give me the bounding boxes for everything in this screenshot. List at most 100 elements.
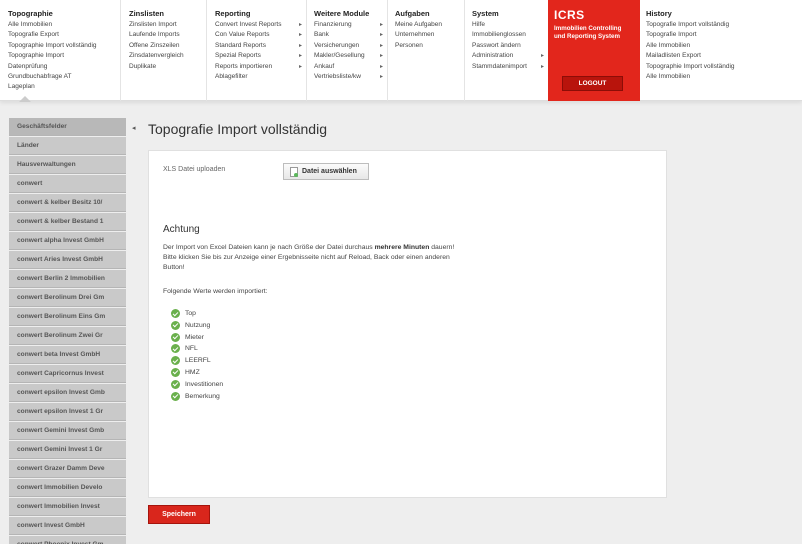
sidebar-item[interactable]: conwert alpha Invest GmbH	[9, 232, 126, 250]
sidebar-item[interactable]: conwert beta Invest GmbH	[9, 346, 126, 364]
nav-item[interactable]: Immobilienglossen	[472, 30, 548, 40]
nav-item[interactable]: Standard Reports ▸	[215, 41, 306, 51]
list-item: Top	[171, 308, 223, 320]
nav-item[interactable]: Spezial Reports ▸	[215, 51, 306, 61]
nav-item[interactable]: Bank ▸	[314, 30, 387, 40]
sidebar-item[interactable]: conwert & kelber Bestand 1	[9, 213, 126, 231]
arrow-right-icon: ▸	[379, 42, 383, 49]
history-item[interactable]: Topographie Import vollständig	[646, 62, 802, 72]
sidebar-item[interactable]: conwert Berlin 2 Immobilien	[9, 270, 126, 288]
nav-item-label: Reports importieren	[215, 62, 273, 70]
check-icon	[171, 391, 180, 401]
sidebar-item[interactable]: conwert Gemini Invest 1 Gr	[9, 441, 126, 459]
sidebar-item[interactable]: conwert	[9, 175, 126, 193]
nav-item[interactable]: Personen	[395, 41, 464, 51]
logout-button[interactable]: LOGOUT	[562, 76, 623, 91]
nav-item[interactable]: Reports importieren ▸	[215, 62, 306, 72]
nav-column-zinslisten: Zinslisten Zinslisten Import Laufende Im…	[121, 0, 207, 101]
nav-column-reporting: Reporting Convert Invest Reports ▸ Con Va…	[207, 0, 307, 101]
nav-item[interactable]: Passwort ändern	[472, 41, 548, 51]
nav-item[interactable]: Unternehmen	[395, 30, 464, 40]
sidebar-item[interactable]: conwert Grazer Damm Deve	[9, 460, 126, 478]
arrow-right-icon: ▸	[540, 63, 544, 70]
warning-text-bold: mehrere Minuten	[374, 244, 430, 251]
nav-item-label: Con Value Reports	[215, 31, 270, 39]
sidebar-item[interactable]: conwert Berolinum Drei Gm	[9, 289, 126, 307]
brand-block: ICRS Immobilien Controlling und Reportin…	[548, 0, 640, 101]
nav-item[interactable]: Con Value Reports ▸	[215, 30, 306, 40]
sidebar-item[interactable]: conwert Invest GmbH	[9, 517, 126, 535]
nav-item[interactable]: Zinslisten Import	[129, 20, 206, 30]
nav-item[interactable]: Datenprüfung	[8, 62, 120, 72]
nav-item[interactable]: Hilfe	[472, 20, 548, 30]
check-icon	[171, 320, 180, 330]
nav-header-system[interactable]: System	[472, 9, 548, 18]
arrow-right-icon: ▸	[379, 63, 383, 70]
nav-item[interactable]: Ablagefilter	[215, 72, 306, 82]
sidebar-item[interactable]: conwert Berolinum Zwei Gr	[9, 327, 126, 345]
nav-item[interactable]: Offene Zinszeilen	[129, 41, 206, 51]
nav-item[interactable]: Alle Immobilien	[8, 20, 120, 30]
sidebar-item[interactable]: conwert & kelber Besitz 10/	[9, 194, 126, 212]
sidebar-item[interactable]: conwert Immobilien Develo	[9, 479, 126, 497]
nav-item[interactable]: Ankauf ▸	[314, 62, 387, 72]
sidebar-item[interactable]: conwert Gemini Invest Gmb	[9, 422, 126, 440]
nav-item[interactable]: Grundbuchabfrage AT	[8, 72, 120, 82]
field-label: Nutzung	[185, 321, 211, 329]
nav-item[interactable]: Finanzierung ▸	[314, 20, 387, 30]
nav-item[interactable]: Administration ▸	[472, 51, 548, 61]
sidebar-item[interactable]: Hausverwaltungen	[9, 156, 126, 174]
sidebar-item[interactable]: Geschäftsfelder	[9, 118, 126, 136]
nav-column-topographie: Topographie Alle Immobilien Topografie E…	[0, 0, 121, 101]
choose-file-label: Datei auswählen	[302, 168, 357, 175]
history-item[interactable]: Alle Immobilien	[646, 72, 802, 82]
sidebar-item[interactable]: conwert Phoenix Invest Gm	[9, 536, 126, 544]
sidebar-item[interactable]: Länder	[9, 137, 126, 155]
nav-item[interactable]: Stammdatenimport ▸	[472, 62, 548, 72]
nav-header-topographie[interactable]: Topographie	[8, 9, 120, 18]
nav-item[interactable]: Meine Aufgaben	[395, 20, 464, 30]
nav-item[interactable]: Lageplan	[8, 82, 120, 92]
brand-subtitle-line: und Reporting System	[554, 33, 621, 40]
sidebar: Geschäftsfelder Länder Hausverwaltungen con…	[9, 118, 126, 544]
nav-item-label: Administration	[472, 52, 514, 60]
sidebar-item[interactable]: conwert epsilon Invest 1 Gr	[9, 403, 126, 421]
top-navigation: Topographie Alle Immobilien Topografie E…	[0, 0, 802, 101]
nav-header-reporting[interactable]: Reporting	[215, 9, 306, 18]
collapse-sidebar-icon[interactable]: ◂	[132, 124, 136, 132]
history-item[interactable]: Topografie Import vollständig	[646, 20, 802, 30]
nav-item[interactable]: Topographie Import vollständig	[8, 41, 120, 51]
imported-fields-list: Top Nutzung Mieter NFL LEERFL HMZ Investitione…	[171, 308, 223, 402]
nav-item-label: Finanzierung	[314, 21, 352, 28]
sidebar-item[interactable]: conwert Immobilien Invest	[9, 498, 126, 516]
nav-header-aufgaben[interactable]: Aufgaben	[395, 9, 464, 18]
sidebar-item[interactable]: conwert Berolinum Eins Gm	[9, 308, 126, 326]
page-title: Topografie Import vollständig	[148, 121, 327, 137]
nav-item[interactable]: Zinsdatenvergleich	[129, 51, 206, 61]
arrow-right-icon: ▸	[540, 53, 544, 60]
nav-item[interactable]: Duplikate	[129, 62, 206, 72]
sidebar-item[interactable]: conwert epsilon Invest Gmb	[9, 384, 126, 402]
sidebar-item[interactable]: conwert Capricornus Invest	[9, 365, 126, 383]
nav-item[interactable]: Convert Invest Reports ▸	[215, 20, 306, 30]
nav-item-label: Vertriebsliste/kw	[314, 73, 361, 81]
choose-file-button[interactable]: Datei auswählen	[283, 163, 369, 180]
nav-item[interactable]: Vertriebsliste/kw ▸	[314, 72, 387, 82]
history-item[interactable]: Alle Immobilien	[646, 41, 802, 51]
nav-item[interactable]: Topografie Export	[8, 30, 120, 40]
save-button[interactable]: Speichern	[148, 505, 210, 524]
history-item[interactable]: Topografie Import	[646, 30, 802, 40]
history-item[interactable]: Mailadlisten Export	[646, 51, 802, 61]
nav-item[interactable]: Laufende Imports	[129, 30, 206, 40]
arrow-right-icon: ▸	[379, 22, 383, 28]
nav-item[interactable]: Makler/Gesellung ▸	[314, 51, 387, 61]
arrow-right-icon: ▸	[298, 42, 302, 49]
sidebar-item[interactable]: conwert Aries Invest GmbH	[9, 251, 126, 269]
warning-text-part: Der Import von Excel Dateien kann je nac…	[163, 244, 375, 251]
nav-header-weitere-module[interactable]: Weitere Module	[314, 9, 387, 18]
nav-header-zinslisten[interactable]: Zinslisten	[129, 9, 206, 18]
nav-item[interactable]: Topographie Import	[8, 51, 120, 61]
list-item: Bemerkung	[171, 391, 223, 403]
nav-item[interactable]: Versicherungen ▸	[314, 41, 387, 51]
warning-title: Achtung	[163, 224, 200, 235]
